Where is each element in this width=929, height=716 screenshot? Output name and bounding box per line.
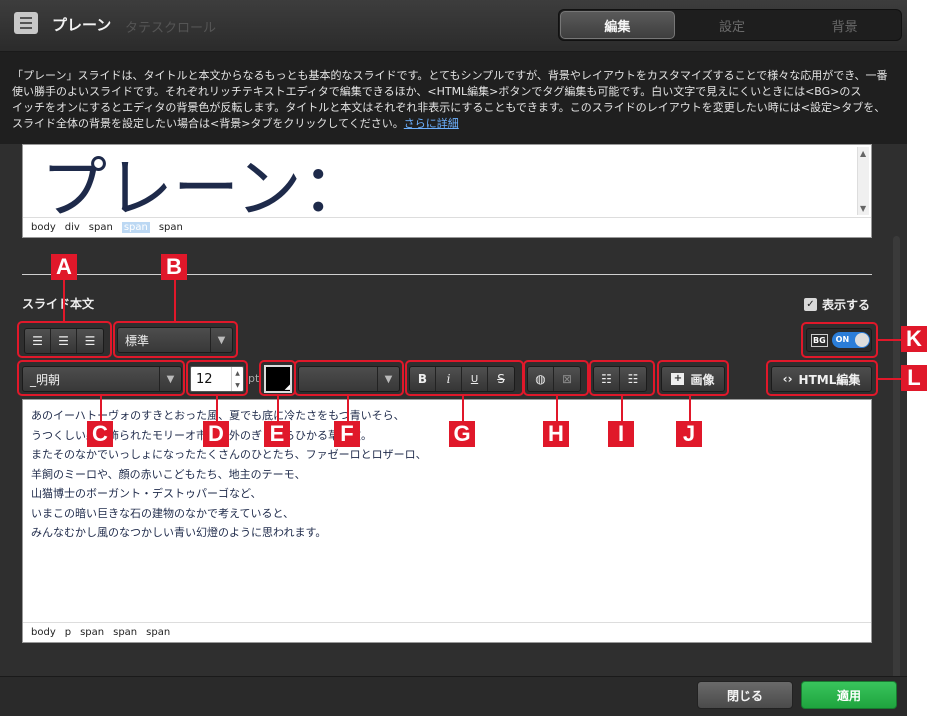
body-line: 山猫博士のボーガント・デストゥパーゴなど、 <box>31 487 262 500</box>
title-editor[interactable]: プレーン： ▲ ▼ body div span span span <box>22 144 872 238</box>
apply-button[interactable]: 適用 <box>801 681 897 709</box>
annotation-box-f <box>294 360 404 396</box>
annotation-box-i <box>589 360 655 396</box>
annotation-box-e <box>259 360 296 396</box>
annotation-line-k <box>877 339 901 341</box>
annotation-line-i <box>621 395 623 421</box>
tag-path-item[interactable]: span <box>89 222 113 233</box>
outside-area <box>907 0 929 716</box>
annotation-box-g <box>405 360 524 396</box>
tag-path-item[interactable]: span <box>159 222 183 233</box>
annotation-box-c <box>17 360 185 396</box>
tag-path-item[interactable]: span <box>113 627 137 638</box>
annotation-line-l <box>877 378 901 380</box>
annotation-line-g <box>462 395 464 421</box>
tag-path-item[interactable]: body <box>31 627 56 638</box>
tag-path-item[interactable]: body <box>31 222 56 233</box>
annotation-line-c <box>100 395 102 421</box>
window-scrollbar[interactable] <box>893 236 900 680</box>
annotation-box-h <box>523 360 589 396</box>
window-header: プレーン タテスクロール 編集 設定 背景 <box>0 0 907 52</box>
slide-title: プレーン <box>52 16 112 34</box>
title-tag-path: body div span span span <box>23 217 871 237</box>
tab-settings[interactable]: 設定 <box>676 10 789 40</box>
annotation-line-j <box>689 395 691 421</box>
annotation-line-e <box>277 395 279 421</box>
callout-b: B <box>161 254 187 280</box>
info-description: 「プレーン」スライドは、タイトルと本文からなるもっとも基本的なスライドです。とて… <box>0 52 907 144</box>
body-line: いまこの暗い巨きな石の建物のなかで考えていると、 <box>31 506 295 520</box>
tag-path-item[interactable]: span <box>80 627 104 638</box>
show-body-checkbox[interactable]: ✓ 表示する <box>804 296 870 313</box>
annotation-box-k <box>801 322 878 358</box>
annotation-box-b <box>113 321 238 358</box>
callout-c: C <box>87 421 113 447</box>
callout-h: H <box>543 421 569 447</box>
scroll-up-icon[interactable]: ▲ <box>860 149 866 158</box>
body-line: またそのなかでいっしょになったたくさんのひとたち、ファゼーロとロザーロ、 <box>31 448 427 461</box>
more-details-link[interactable]: さらに詳細 <box>404 117 459 130</box>
tab-background[interactable]: 背景 <box>788 10 901 40</box>
annotation-line-b <box>174 280 176 322</box>
tag-path-item[interactable]: span <box>146 627 170 638</box>
scroll-down-icon[interactable]: ▼ <box>860 204 866 213</box>
tag-path-item[interactable]: div <box>65 222 80 233</box>
pt-unit-label: pt <box>248 372 260 385</box>
annotation-line-d <box>216 395 218 421</box>
annotation-box-a <box>17 321 112 358</box>
callout-f: F <box>334 421 360 447</box>
body-line: みんなむかし風のなつかしい青い幻燈のように思われます。 <box>31 526 327 539</box>
background-window-title: タテスクロール <box>125 21 217 36</box>
callout-i: I <box>608 421 634 447</box>
tag-path-item[interactable]: p <box>65 627 71 638</box>
divider <box>22 274 872 275</box>
annotation-line-a <box>63 280 65 322</box>
callout-k: K <box>901 326 927 352</box>
body-tag-path: body p span span span <box>23 622 871 642</box>
info-line-text: スライド全体の背景を設定したい場合は<背景>タブをクリックしてください。 <box>12 117 404 130</box>
callout-d: D <box>203 421 229 447</box>
annotation-box-j <box>657 360 729 396</box>
annotation-box-d <box>186 360 248 396</box>
info-line: 「プレーン」スライドは、タイトルと本文からなるもっとも基本的なスライドです。とて… <box>12 69 888 82</box>
tab-bar: 編集 設定 背景 <box>558 9 902 41</box>
annotation-line-f <box>347 395 349 421</box>
editor-window: プレーン タテスクロール 編集 設定 背景 「プレーン」スライドは、タイトルと本… <box>0 0 907 716</box>
checkmark-icon[interactable]: ✓ <box>804 298 817 311</box>
info-line: 使い勝手のよいスライドです。それぞれリッチテキストエディタで編集できるほか、<H… <box>12 85 862 98</box>
info-line: イッチをオンにするとエディタの背景色が反転します。タイトルと本文はそれぞれ非表示… <box>12 101 886 114</box>
close-button[interactable]: 閉じる <box>697 681 793 709</box>
show-body-label: 表示する <box>822 298 871 312</box>
body-editor[interactable]: あのイーハトーヴォのすきとおった風、夏でも底に冷たさをもつ青いそら、 うつくしい… <box>22 399 872 643</box>
callout-g: G <box>449 421 475 447</box>
tab-edit[interactable]: 編集 <box>560 11 675 39</box>
title-scrollbar[interactable]: ▲ ▼ <box>857 147 869 215</box>
annotation-box-l <box>766 360 878 396</box>
menu-button[interactable] <box>14 12 38 34</box>
tag-path-item-selected[interactable]: span <box>121 222 150 233</box>
info-line: スライド全体の背景を設定したい場合は<背景>タブをクリックしてください。さらに詳… <box>12 116 895 132</box>
callout-a: A <box>51 254 77 280</box>
callout-e: E <box>264 421 290 447</box>
body-line: 羊飼のミーロや、顔の赤いこどもたち、地主のテーモ、 <box>31 467 306 481</box>
annotation-line-h <box>556 395 558 421</box>
callout-j: J <box>676 421 702 447</box>
callout-l: L <box>901 365 927 391</box>
body-section-label: スライド本文 <box>22 297 95 311</box>
